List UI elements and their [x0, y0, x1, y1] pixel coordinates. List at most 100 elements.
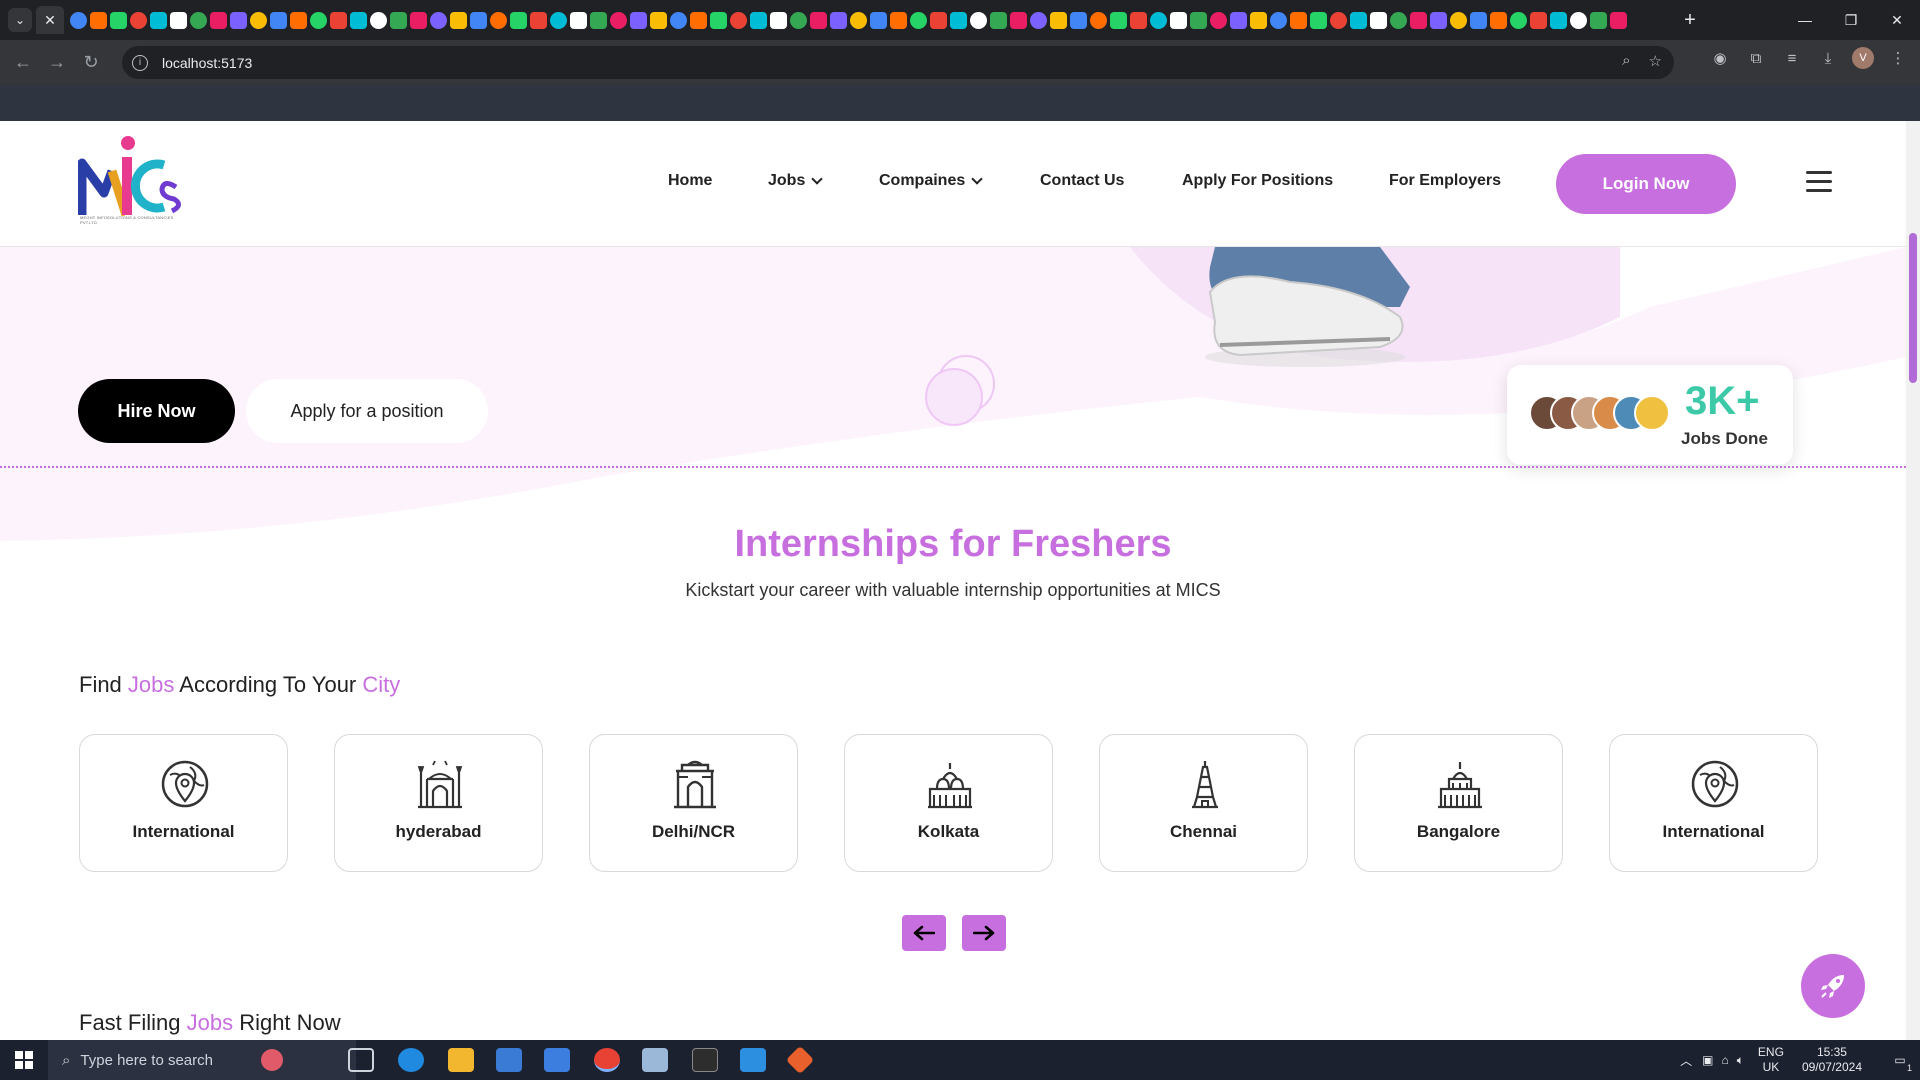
tab-favicon-icon[interactable] [310, 11, 327, 29]
tab-search-chevron-icon[interactable]: ⌄ [8, 8, 32, 32]
tab-favicon-icon[interactable] [370, 11, 387, 29]
active-tab-close-icon[interactable]: ✕ [36, 6, 64, 34]
file-explorer-icon[interactable] [448, 1048, 474, 1072]
tab-favicon-icon[interactable] [830, 11, 847, 29]
page-scrollbar[interactable] [1906, 121, 1920, 1040]
tab-favicon-icon[interactable] [1290, 11, 1307, 29]
vscode-icon[interactable] [740, 1048, 766, 1072]
tab-favicon-icon[interactable] [350, 11, 367, 29]
notepad-icon[interactable] [642, 1048, 668, 1072]
city-card[interactable]: Kolkata [844, 734, 1053, 872]
apply-position-button[interactable]: Apply for a position [246, 379, 488, 443]
tab-favicon-icon[interactable] [590, 11, 607, 29]
hire-now-button[interactable]: Hire Now [78, 379, 235, 443]
back-arrow-icon[interactable]: ← [6, 46, 40, 80]
scroll-thumb[interactable] [1909, 233, 1917, 383]
carousel-prev-button[interactable] [902, 915, 946, 951]
tab-favicon-icon[interactable] [650, 11, 667, 29]
edge-icon[interactable] [398, 1048, 424, 1072]
tab-favicon-icon[interactable] [1270, 11, 1287, 29]
tab-favicon-icon[interactable] [1430, 11, 1447, 29]
city-card[interactable]: Chennai [1099, 734, 1308, 872]
tab-favicon-icon[interactable] [210, 11, 227, 29]
tab-favicon-icon[interactable] [70, 11, 87, 29]
tab-favicon-icon[interactable] [1130, 11, 1147, 29]
restore-icon[interactable]: ❐ [1828, 0, 1874, 40]
store-icon[interactable] [496, 1048, 522, 1072]
notifications-icon[interactable]: ▭ 1 [1880, 1053, 1920, 1073]
minimize-icon[interactable]: — [1782, 0, 1828, 40]
tab-favicon-icon[interactable] [810, 11, 827, 29]
tab-favicon-icon[interactable] [1610, 11, 1627, 29]
tab-favicon-icon[interactable] [110, 11, 127, 29]
tab-favicon-icon[interactable] [1050, 11, 1067, 29]
tab-favicon-icon[interactable] [670, 11, 687, 29]
tab-favicon-icon[interactable] [710, 11, 727, 29]
site-info-icon[interactable]: i [132, 54, 148, 71]
tab-favicon-icon[interactable] [1450, 11, 1467, 29]
tab-favicon-icon[interactable] [1510, 11, 1527, 29]
start-button[interactable] [0, 1040, 48, 1080]
tab-favicon-icon[interactable] [1010, 11, 1027, 29]
city-card[interactable]: International [1609, 734, 1818, 872]
tab-favicon-icon[interactable] [1350, 11, 1367, 29]
window-close-icon[interactable]: ✕ [1874, 0, 1920, 40]
tab-favicon-icon[interactable] [1230, 11, 1247, 29]
tab-favicon-icon[interactable] [270, 11, 287, 29]
git-icon[interactable] [785, 1045, 815, 1075]
tab-favicon-icon[interactable] [750, 11, 767, 29]
tab-favicon-icon[interactable] [570, 11, 587, 29]
tab-favicon-icon[interactable] [1310, 11, 1327, 29]
tab-favicon-icon[interactable] [1090, 11, 1107, 29]
tab-favicon-icon[interactable] [990, 11, 1007, 29]
tab-favicon-icon[interactable] [890, 11, 907, 29]
tab-favicon-icon[interactable] [190, 11, 207, 29]
tab-favicon-icon[interactable] [1410, 11, 1427, 29]
taskbar-search[interactable]: ⌕ Type here to search [48, 1040, 356, 1080]
tab-favicon-icon[interactable] [170, 11, 187, 29]
tab-favicon-icon[interactable] [770, 11, 787, 29]
tab-favicon-icon[interactable] [950, 11, 967, 29]
tab-favicon-icon[interactable] [1470, 11, 1487, 29]
volume-icon[interactable]: 🔈︎ [1737, 1053, 1744, 1068]
nav-contact[interactable]: Contact Us [1040, 172, 1124, 190]
terminal-icon[interactable] [692, 1048, 718, 1072]
tab-favicon-icon[interactable] [250, 11, 267, 29]
scroll-top-rocket-button[interactable] [1801, 954, 1865, 1018]
tray-app-icon[interactable]: ▣ [1702, 1053, 1713, 1067]
tab-favicon-icon[interactable] [90, 11, 107, 29]
city-card[interactable]: Delhi/NCR [589, 734, 798, 872]
tab-favicon-icon[interactable] [930, 11, 947, 29]
tab-favicon-icon[interactable] [1590, 11, 1607, 29]
mail-icon[interactable] [544, 1048, 570, 1072]
tab-favicon-icon[interactable] [1550, 11, 1567, 29]
nav-jobs[interactable]: Jobs [768, 172, 824, 190]
network-icon[interactable]: ⌂ [1721, 1053, 1728, 1067]
tab-favicon-icon[interactable] [1390, 11, 1407, 29]
tab-favicon-icon[interactable] [330, 11, 347, 29]
city-card[interactable]: Bangalore [1354, 734, 1563, 872]
language-indicator[interactable]: ENG UK [1758, 1045, 1784, 1075]
tab-favicon-icon[interactable] [510, 11, 527, 29]
tab-favicon-icon[interactable] [870, 11, 887, 29]
tab-favicon-icon[interactable] [530, 11, 547, 29]
camera-icon[interactable]: ◉ [1708, 46, 1732, 70]
tab-favicon-icon[interactable] [1530, 11, 1547, 29]
tab-favicon-icon[interactable] [1370, 11, 1387, 29]
login-button[interactable]: Login Now [1556, 154, 1736, 214]
forward-arrow-icon[interactable]: → [40, 46, 74, 80]
kebab-menu-icon[interactable]: ⋮ [1886, 46, 1910, 70]
bookmark-star-icon[interactable]: ☆ [1649, 52, 1662, 70]
nav-employers[interactable]: For Employers [1389, 172, 1501, 190]
tab-favicon-icon[interactable] [1190, 11, 1207, 29]
nav-companies[interactable]: Compaines [879, 172, 983, 190]
city-card[interactable]: hyderabad [334, 734, 543, 872]
clock[interactable]: 15:35 09/07/2024 [1802, 1045, 1862, 1075]
tab-favicon-icon[interactable] [790, 11, 807, 29]
tab-favicon-icon[interactable] [230, 11, 247, 29]
carousel-next-button[interactable] [962, 915, 1006, 951]
tab-favicon-icon[interactable] [490, 11, 507, 29]
tab-favicon-icon[interactable] [630, 11, 647, 29]
tab-favicon-icon[interactable] [1210, 11, 1227, 29]
tab-favicon-icon[interactable] [430, 11, 447, 29]
